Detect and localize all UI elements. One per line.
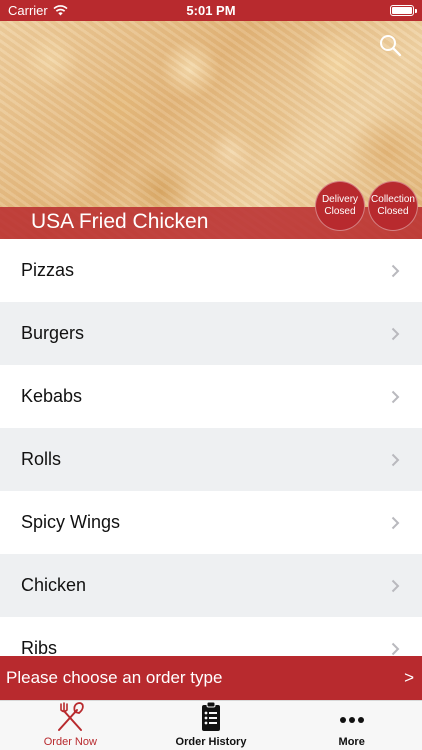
battery-icon	[390, 5, 417, 16]
category-item-kebabs[interactable]: Kebabs	[0, 365, 422, 428]
clipboard-icon	[202, 701, 220, 731]
delivery-badge-line2: Closed	[324, 206, 356, 217]
status-time: 5:01 PM	[186, 3, 236, 18]
category-label: Chicken	[21, 575, 87, 595]
category-item-pizzas[interactable]: Pizzas	[0, 239, 422, 302]
chevron-right-icon	[391, 390, 400, 403]
category-label: Ribs	[21, 638, 58, 656]
order-type-bar[interactable]: Please choose an order type >	[0, 656, 422, 700]
order-type-arrow: >	[404, 668, 414, 687]
status-left: Carrier	[8, 3, 68, 18]
tab-order-now[interactable]: Order Now	[0, 701, 141, 750]
category-label: Kebabs	[21, 386, 83, 406]
category-item-chicken[interactable]: Chicken	[0, 554, 422, 617]
search-icon[interactable]	[378, 33, 402, 57]
category-list: Pizzas Burgers Kebabs Rolls Spicy Wings …	[0, 239, 422, 656]
chevron-right-icon	[391, 264, 400, 277]
category-item-spicy-wings[interactable]: Spicy Wings	[0, 491, 422, 554]
category-label: Burgers	[21, 323, 85, 343]
chevron-right-icon	[391, 516, 400, 529]
chevron-right-icon	[391, 327, 400, 340]
collection-badge-line1: Collection	[371, 194, 415, 205]
delivery-badge-line1: Delivery	[321, 194, 359, 205]
fork-knife-icon	[58, 702, 85, 731]
more-dots-icon	[339, 717, 364, 723]
wifi-icon	[53, 5, 68, 16]
category-label: Rolls	[21, 449, 62, 469]
chevron-right-icon	[391, 579, 400, 592]
restaurant-header: USA Fried Chicken Delivery Closed Collec…	[0, 21, 422, 239]
status-bar: Carrier 5:01 PM	[0, 0, 422, 21]
tab-label: Order History	[175, 736, 247, 748]
category-item-burgers[interactable]: Burgers	[0, 302, 422, 365]
tab-bar: Order Now Order History More	[0, 700, 422, 750]
collection-badge-line2: Closed	[377, 206, 409, 217]
tab-more[interactable]: More	[281, 701, 422, 750]
delivery-status-badge: Delivery Closed	[315, 181, 365, 231]
category-label: Spicy Wings	[21, 512, 121, 532]
chevron-right-icon	[391, 453, 400, 466]
restaurant-name: USA Fried Chicken	[31, 210, 209, 233]
tab-order-history[interactable]: Order History	[141, 701, 282, 750]
order-type-label: Please choose an order type	[6, 668, 223, 687]
tab-label: More	[338, 736, 365, 748]
tab-label: Order Now	[43, 736, 97, 748]
category-item-ribs[interactable]: Ribs	[0, 617, 422, 656]
collection-status-badge: Collection Closed	[368, 181, 418, 231]
category-item-rolls[interactable]: Rolls	[0, 428, 422, 491]
category-label: Pizzas	[21, 260, 75, 280]
chevron-right-icon	[391, 642, 400, 655]
carrier-label: Carrier	[8, 3, 48, 18]
